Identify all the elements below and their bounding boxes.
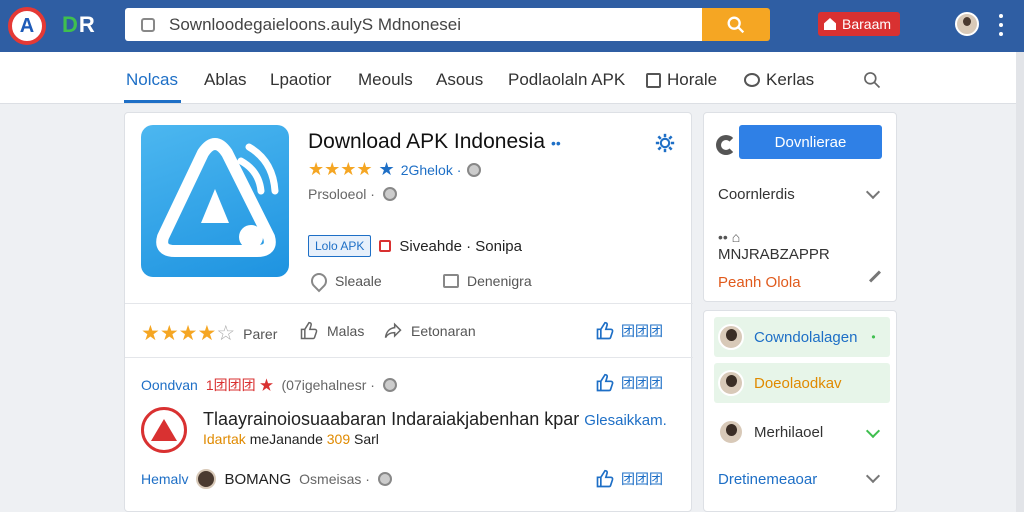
gear-icon[interactable] (655, 133, 675, 153)
logo-letter: A (19, 14, 35, 37)
rating-stars: ★★★★☆ (141, 322, 236, 345)
top-bar: A DR Sownloodegaieloons.aulyS Mdnonesei … (0, 0, 1024, 52)
list-item[interactable]: Cowndolalagen • (714, 317, 890, 357)
related-list: Cowndolalagen • Doeolaodkav Merhilaoel Dr… (703, 310, 897, 512)
calendar-icon (443, 274, 459, 288)
globe-icon (382, 378, 397, 392)
avatar (718, 419, 744, 445)
share-action[interactable]: Sleaale (307, 269, 382, 293)
thumbs-up-icon (596, 469, 614, 488)
review-item[interactable]: Oondvan 1团团团 ★ (07igehalnesr · (141, 375, 397, 395)
heart-icon (307, 269, 331, 293)
share-icon (384, 322, 402, 339)
download-panel: Dovnlierae Coornlerdis •• ⌂ MNJRABZAPPR … (703, 112, 897, 302)
user-avatar[interactable] (955, 12, 979, 36)
app-icon (141, 125, 289, 277)
side-row-1[interactable]: Coornlerdis (718, 186, 795, 203)
list-item[interactable]: Dretinemeaoar (714, 459, 890, 499)
developer-icon (379, 240, 392, 252)
like-action[interactable]: Malas (299, 321, 364, 341)
list-item[interactable]: Merhilaoel (714, 412, 890, 452)
side-icons: •• ⌂ (718, 229, 741, 245)
logo-text-r: R (78, 12, 96, 37)
publisher-logo[interactable] (141, 407, 187, 453)
developer-text: Siveahde · Sonipa (399, 237, 522, 255)
details-action[interactable]: Denenigra (443, 273, 532, 289)
app-logo-icon (156, 138, 279, 257)
nav-item-4[interactable]: Asous (436, 70, 483, 90)
nav-item-3[interactable]: Meouls (358, 70, 413, 90)
reviewer-avatar (196, 469, 217, 489)
apk-badge[interactable]: Lolo APK (308, 235, 372, 257)
download-button[interactable]: Dovnlierae (739, 125, 882, 159)
app-detail-card: Download APK Indonesia •• ★★★★ ★ 2Ghelok … (124, 112, 693, 512)
list-item[interactable]: Doeolaodkav (714, 363, 890, 403)
divider (125, 357, 693, 358)
app-title: Download APK Indonesia •• (308, 130, 561, 153)
app-rating: ★★★★ ★ 2Ghelok · (308, 159, 482, 180)
rating-stars: ★★★★ (308, 159, 373, 179)
rate-stars[interactable]: ★★★★☆ Parer (141, 321, 277, 346)
nav-item-6[interactable]: Horale (646, 70, 717, 90)
globe-icon (382, 187, 397, 201)
search-input[interactable]: Sownloodegaieloons.aulyS Mdnonesei (125, 8, 705, 41)
search-icon (727, 16, 745, 33)
brand-button-label: Baraam (842, 16, 892, 32)
nav-item-0[interactable]: Nolcas (126, 70, 178, 90)
rating-text: 2Ghelok · (400, 161, 462, 178)
site-logo[interactable]: A (8, 7, 46, 45)
side-row-2: MNJRABZAPPR (718, 246, 830, 263)
thumbs-up-icon (596, 373, 614, 392)
app-subtitle: Prsoloeol · (308, 186, 397, 202)
thumbs-up-icon (300, 321, 318, 340)
app-tags: Lolo APK Siveahde · Sonipa (308, 235, 522, 257)
home-icon (824, 18, 836, 30)
avatar (718, 370, 744, 396)
chevron-down-icon[interactable] (865, 184, 881, 200)
loading-icon (716, 135, 736, 155)
star-icon: ★ (378, 159, 395, 179)
publisher-description: Tlaayrainoiosuaabaran Indaraiakjabenhan … (203, 409, 667, 429)
review-like[interactable]: 团团团 (595, 469, 663, 489)
page-scrollbar[interactable] (1016, 52, 1024, 512)
review-item[interactable]: Hemalv BOMANG Osmeisas · (141, 469, 392, 489)
more-menu-icon[interactable] (998, 14, 1004, 36)
globe-icon (467, 162, 482, 177)
search-value: Sownloodegaieloons.aulyS Mdnonesei (169, 14, 462, 34)
share-action[interactable]: Eetonaran (383, 321, 476, 341)
brand-button[interactable]: Baraam (818, 12, 900, 36)
chat-icon (744, 73, 760, 87)
pencil-icon[interactable] (868, 270, 882, 283)
avatar (718, 324, 744, 350)
divider (125, 303, 693, 304)
nav-item-1[interactable]: Ablas (204, 70, 247, 90)
logo-text-d: D (62, 12, 79, 37)
nav-item-5[interactable]: Podlaolaln APK (508, 70, 625, 90)
search-icon[interactable] (862, 70, 882, 90)
thumbs-up-icon (596, 321, 614, 340)
review-like[interactable]: 团团团 (595, 373, 663, 393)
side-row-3[interactable]: Peanh Olola (718, 274, 801, 291)
like-count[interactable]: 团团团 (595, 321, 663, 341)
nav-item-7[interactable]: Kerlas (744, 70, 814, 90)
globe-icon (377, 472, 392, 486)
nav-active-indicator (124, 100, 181, 103)
search-button[interactable] (702, 8, 770, 41)
publisher-meta: Idartak meJanande 309 Sarl (203, 431, 379, 447)
square-icon (646, 72, 661, 88)
site-logo-text[interactable]: DR (62, 12, 96, 38)
nav-item-2[interactable]: Lpaotior (270, 70, 331, 90)
lock-icon (141, 17, 155, 32)
